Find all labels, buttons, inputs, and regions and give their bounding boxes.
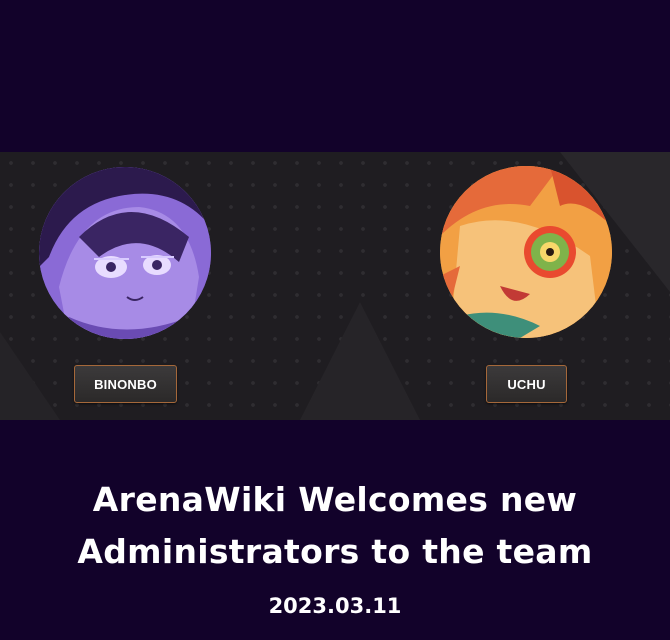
binonbo-avatar [39, 167, 211, 339]
binonbo-name-button[interactable]: BINONBO [74, 365, 177, 403]
headline-line-2: Administrators to the team [77, 532, 593, 571]
announcement-date: 2023.03.11 [268, 594, 402, 618]
admin-banner: BINONBO UCHU [0, 152, 670, 420]
uchu-avatar [440, 166, 612, 338]
announcement-headline: ArenaWiki Welcomes new Administrators to… [0, 474, 670, 578]
uchu-name-button[interactable]: UCHU [486, 365, 567, 403]
headline-line-1: ArenaWiki Welcomes new [92, 480, 578, 519]
